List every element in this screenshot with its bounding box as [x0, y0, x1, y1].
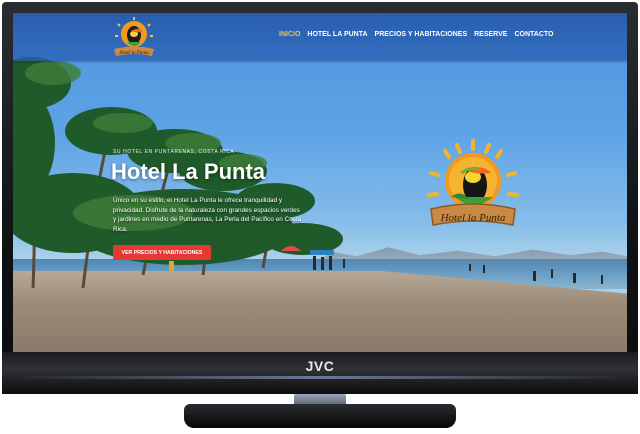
- hero-logo-lettering: Hotel la Punta: [440, 212, 506, 224]
- nav-hotel-la-punta[interactable]: HOTEL LA PUNTA: [307, 31, 367, 38]
- hero-kicker: SU HOTEL EN PUNTARENAS, COSTA RICA: [113, 149, 235, 155]
- hero-title: Hotel La Punta: [111, 159, 266, 184]
- hero-hotel-logo: Hotel la Punta: [427, 139, 519, 226]
- tv-stand-base: [184, 404, 456, 428]
- view-prices-button[interactable]: VER PRECIOS Y HABITACIONES: [113, 245, 211, 260]
- nav-inicio[interactable]: INICIO: [279, 31, 300, 38]
- nav-precios-habitaciones[interactable]: PRECIOS Y HABITACIONES: [375, 31, 468, 38]
- nav-reserve[interactable]: RESERVE: [474, 31, 507, 38]
- nav-contacto[interactable]: CONTACTO: [514, 31, 553, 38]
- hotel-logo[interactable]: Hotel la Punta: [109, 16, 159, 58]
- logo-lettering: Hotel la Punta: [118, 51, 149, 56]
- beach-scene: [169, 246, 627, 284]
- hero-description: Único en su estilo, el Hotel La Punta le…: [113, 197, 302, 233]
- main-menu: INICIO HOTEL LA PUNTA PRECIOS Y HABITACI…: [279, 31, 554, 38]
- website-screen: Hotel la Punta INICIO HOTEL LA PUNTA PRE…: [13, 13, 627, 352]
- tv-light-strip: [12, 376, 628, 379]
- tv-brand-label: JVC: [305, 358, 335, 374]
- site-navbar: Hotel la Punta INICIO HOTEL LA PUNTA PRE…: [13, 13, 627, 61]
